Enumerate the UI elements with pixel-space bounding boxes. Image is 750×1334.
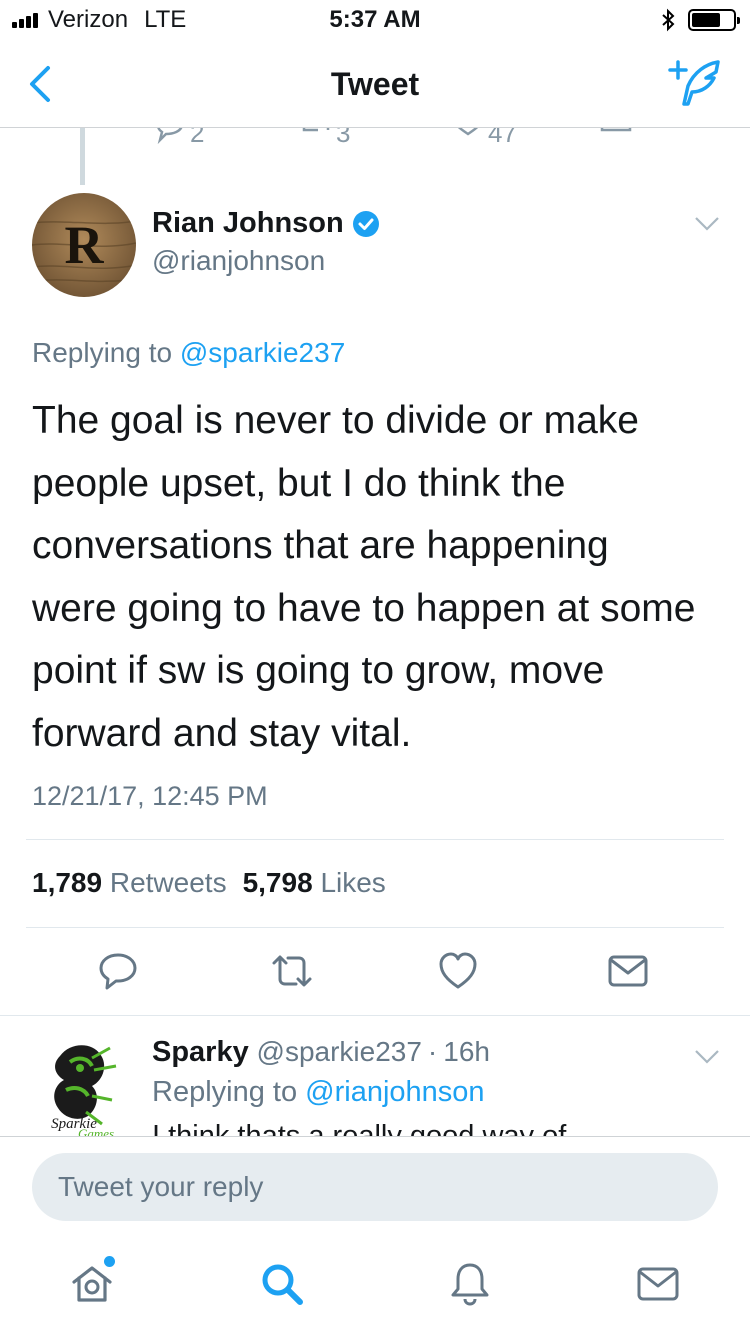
battery-icon	[688, 9, 740, 31]
tweet-text-line: point if sw is going to grow, move	[32, 649, 605, 692]
retweet-label: Retweets	[109, 867, 227, 898]
new-content-dot	[104, 1256, 115, 1267]
reply-text-preview: I think thats a really good way of	[152, 1120, 567, 1136]
prev-reply-action[interactable]: 2	[154, 128, 204, 149]
message-icon	[600, 128, 632, 132]
svg-text:R: R	[65, 215, 105, 275]
thread-connector-line	[80, 128, 85, 185]
chevron-down-icon[interactable]	[694, 1048, 720, 1066]
reply-author-handle[interactable]: @sparkie237	[257, 1036, 422, 1067]
reply-separator: ·	[427, 1036, 438, 1067]
tweet-timestamp: 12/21/17, 12:45 PM	[32, 781, 268, 811]
verified-badge-icon	[352, 210, 379, 237]
reply-author-name[interactable]: Sparky	[152, 1036, 249, 1068]
status-time: 5:37 AM	[329, 6, 421, 33]
retweet-count: 1,789	[32, 867, 103, 898]
reply-compose-bar: Tweet your reply	[0, 1136, 750, 1236]
tab-search[interactable]	[252, 1254, 312, 1314]
svg-text:Games: Games	[78, 1126, 114, 1136]
compose-tweet-icon[interactable]	[668, 58, 724, 110]
avatar-image: R	[32, 193, 136, 297]
status-bar: Verizon LTE 5:37 AM	[0, 0, 750, 40]
reply-tweet[interactable]: Sparkie Games Sparky @sparkie237 · 16h Rep…	[0, 1018, 750, 1136]
like-count: 5,798	[242, 867, 313, 898]
author-name-row: Rian Johnson	[152, 207, 380, 240]
like-label: Likes	[320, 867, 386, 898]
page-title: Tweet	[330, 66, 420, 102]
tweet-text-line: were going to have to happen at some	[32, 586, 696, 630]
divider	[26, 839, 724, 840]
nav-bar: Tweet	[0, 40, 750, 128]
tweet-text-line: forward and stay vital.	[32, 711, 412, 755]
bell-icon	[451, 1263, 489, 1306]
reply-input-placeholder: Tweet your reply	[58, 1171, 264, 1202]
replying-to: Replying to @sparkie237	[32, 337, 345, 369]
section-divider	[0, 1015, 750, 1016]
tab-notifications[interactable]	[440, 1254, 500, 1314]
tweet-action-bar	[0, 941, 750, 1001]
reply-replying-to-link[interactable]: @rianjohnson	[305, 1076, 484, 1108]
reply-age: 16h	[443, 1036, 490, 1067]
retweet-icon	[272, 955, 312, 987]
author-name[interactable]: Rian Johnson	[152, 207, 344, 240]
prev-retweet-action[interactable]: 3	[300, 128, 350, 149]
retweet-button[interactable]	[262, 941, 322, 1001]
prev-like-action[interactable]: 47	[452, 128, 517, 149]
tweet-text: The goal is never to divide or make peop…	[32, 390, 722, 765]
previous-tweet-actions: 2 3 47	[0, 128, 750, 152]
author-handle[interactable]: @rianjohnson	[152, 245, 325, 277]
divider	[26, 927, 724, 928]
reply-icon	[157, 128, 183, 144]
replying-prefix: Replying to	[32, 337, 173, 368]
retweet-icon	[302, 128, 330, 131]
message-button[interactable]	[598, 941, 658, 1001]
tweet-text-line: The goal is never to divide or make	[32, 399, 639, 442]
heart-icon	[439, 952, 477, 989]
tweet-stats: 1,789 Retweets 5,798 Likes	[32, 867, 386, 899]
reply-replying-to: Replying to @rianjohnson	[152, 1076, 485, 1109]
reply-avatar[interactable]: Sparkie Games	[30, 1036, 134, 1136]
prev-reply-count: 2	[190, 128, 205, 148]
replying-to-link[interactable]: @sparkie237	[180, 337, 345, 368]
tweet-text-line: people upset, but I do think the	[32, 461, 566, 505]
prev-like-count: 47	[488, 128, 517, 148]
tweet-text-line: conversations that are happening	[32, 524, 609, 567]
like-button[interactable]	[428, 941, 488, 1001]
chevron-down-icon[interactable]	[694, 215, 720, 233]
author-avatar[interactable]: R	[32, 193, 136, 297]
reply-icon	[99, 953, 137, 990]
like-icon	[458, 128, 478, 136]
envelope-icon	[608, 955, 648, 987]
tab-messages[interactable]	[628, 1254, 688, 1314]
bluetooth-icon	[662, 8, 675, 32]
reply-input[interactable]: Tweet your reply	[32, 1153, 718, 1221]
reply-button[interactable]	[88, 941, 148, 1001]
home-icon	[72, 1266, 112, 1302]
envelope-icon	[637, 1267, 679, 1301]
status-right	[660, 8, 740, 32]
reply-header: Sparky @sparkie237 · 16h	[152, 1036, 490, 1069]
tab-bar	[0, 1236, 750, 1334]
reply-replying-prefix: Replying to	[152, 1076, 298, 1108]
retweet-stat[interactable]: 1,789 Retweets	[32, 867, 227, 899]
prev-message-action[interactable]	[600, 128, 632, 146]
like-stat[interactable]: 5,798 Likes	[243, 867, 386, 899]
prev-retweet-count: 3	[336, 128, 351, 148]
search-icon	[262, 1264, 303, 1305]
